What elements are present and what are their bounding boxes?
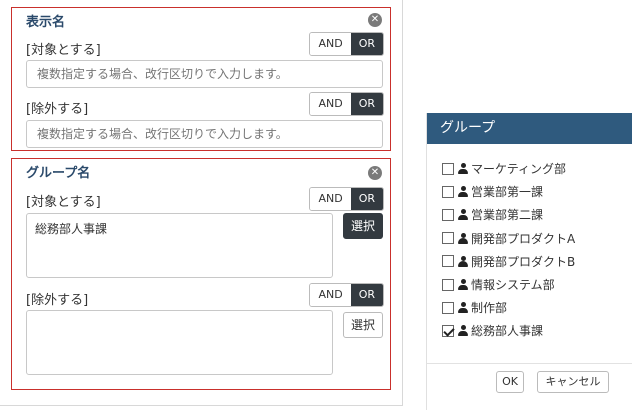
group-item-label: マーケティング部 [471, 162, 567, 177]
checkbox-icon[interactable] [442, 232, 454, 245]
group-item-label: 開発部プロダクトB [471, 254, 576, 269]
user-icon [458, 302, 468, 314]
group-name-exclude-toggle: AND OR [309, 283, 384, 307]
select-button[interactable]: 選択 [343, 213, 383, 239]
display-name-include-toggle: AND OR [309, 32, 384, 56]
or-button[interactable]: OR [350, 284, 383, 306]
group-list-item[interactable]: 総務部人事課 [442, 319, 575, 342]
display-name-exclude-label: [除外する] [26, 102, 89, 117]
checkbox-icon[interactable] [442, 301, 454, 314]
user-icon [458, 279, 468, 291]
group-item-label: 開発部プロダクトA [471, 231, 576, 246]
group-item-label: 情報システム部 [471, 278, 555, 293]
group-name-exclude-textarea[interactable] [26, 310, 333, 375]
display-name-include-label: [対象とする] [26, 43, 101, 58]
group-list: マーケティング部 営業部第一課 営業部第二課開発部プロダクトA 開発部プロダクトB 情報… [442, 157, 575, 343]
group-name-include-label: [対象とする] [26, 195, 101, 210]
checkbox-icon[interactable] [442, 324, 454, 337]
group-item-label: 営業部第一課 [471, 185, 544, 200]
and-button[interactable]: AND [310, 33, 351, 55]
group-list-item[interactable]: 開発部プロダクトB [442, 250, 575, 273]
group-panel-title: グループ [427, 113, 632, 144]
group-list-item[interactable]: マーケティング部 [442, 157, 575, 180]
and-button[interactable]: AND [310, 188, 351, 210]
group-item-label: 営業部第二課 [471, 208, 544, 223]
display-name-include-input[interactable] [26, 60, 383, 88]
user-icon [458, 255, 468, 267]
group-list-item[interactable]: 情報システム部 [442, 273, 575, 296]
checkbox-icon[interactable] [442, 162, 454, 175]
user-icon [458, 232, 468, 244]
display-name-exclude-toggle: AND OR [309, 92, 384, 116]
close-icon[interactable]: ✕ [368, 13, 382, 27]
group-list-item[interactable]: 制作部 [442, 296, 575, 319]
select-button[interactable]: 選択 [343, 312, 383, 338]
cancel-button[interactable]: キャンセル [537, 371, 609, 393]
display-name-section: 表示名 ✕ [対象とする] AND OR [除外する] AND OR [11, 7, 391, 151]
filter-panel: 表示名 ✕ [対象とする] AND OR [除外する] AND OR グループ名… [0, 0, 403, 406]
divider [427, 363, 632, 364]
group-list-item[interactable]: 営業部第二課 [442, 203, 575, 226]
display-name-exclude-input[interactable] [26, 120, 383, 148]
close-icon[interactable]: ✕ [368, 166, 382, 180]
checkbox-icon[interactable] [442, 255, 454, 268]
user-icon [458, 325, 468, 337]
group-name-exclude-label: [除外する] [26, 293, 89, 308]
group-name-include-toggle: AND OR [309, 187, 384, 211]
group-name-title: グループ名 [26, 166, 91, 181]
ok-button[interactable]: OK [496, 371, 524, 393]
group-name-include-textarea[interactable]: 総務部人事課 [26, 213, 333, 278]
or-button[interactable]: OR [350, 188, 383, 210]
or-button[interactable]: OR [350, 33, 383, 55]
checkbox-icon[interactable] [442, 185, 454, 198]
group-item-label: 制作部 [471, 301, 508, 316]
group-item-label: 総務部人事課 [471, 324, 544, 339]
group-list-item[interactable]: 開発部プロダクトA [442, 227, 575, 250]
and-button[interactable]: AND [310, 284, 351, 306]
group-name-section: グループ名 ✕ [対象とする] AND OR 総務部人事課 選択 [除外する] … [11, 158, 391, 390]
or-button[interactable]: OR [350, 93, 383, 115]
checkbox-icon[interactable] [442, 278, 454, 291]
group-list-item[interactable]: 営業部第一課 [442, 180, 575, 203]
display-name-title: 表示名 [26, 15, 66, 30]
user-icon [458, 163, 468, 175]
user-icon [458, 209, 468, 221]
user-icon [458, 186, 468, 198]
group-selector-panel: グループ マーケティング部 営業部第一課 営業部第二課開発部プロダクトA 開発部プロダ… [426, 113, 632, 410]
checkbox-icon[interactable] [442, 208, 454, 221]
and-button[interactable]: AND [310, 93, 351, 115]
